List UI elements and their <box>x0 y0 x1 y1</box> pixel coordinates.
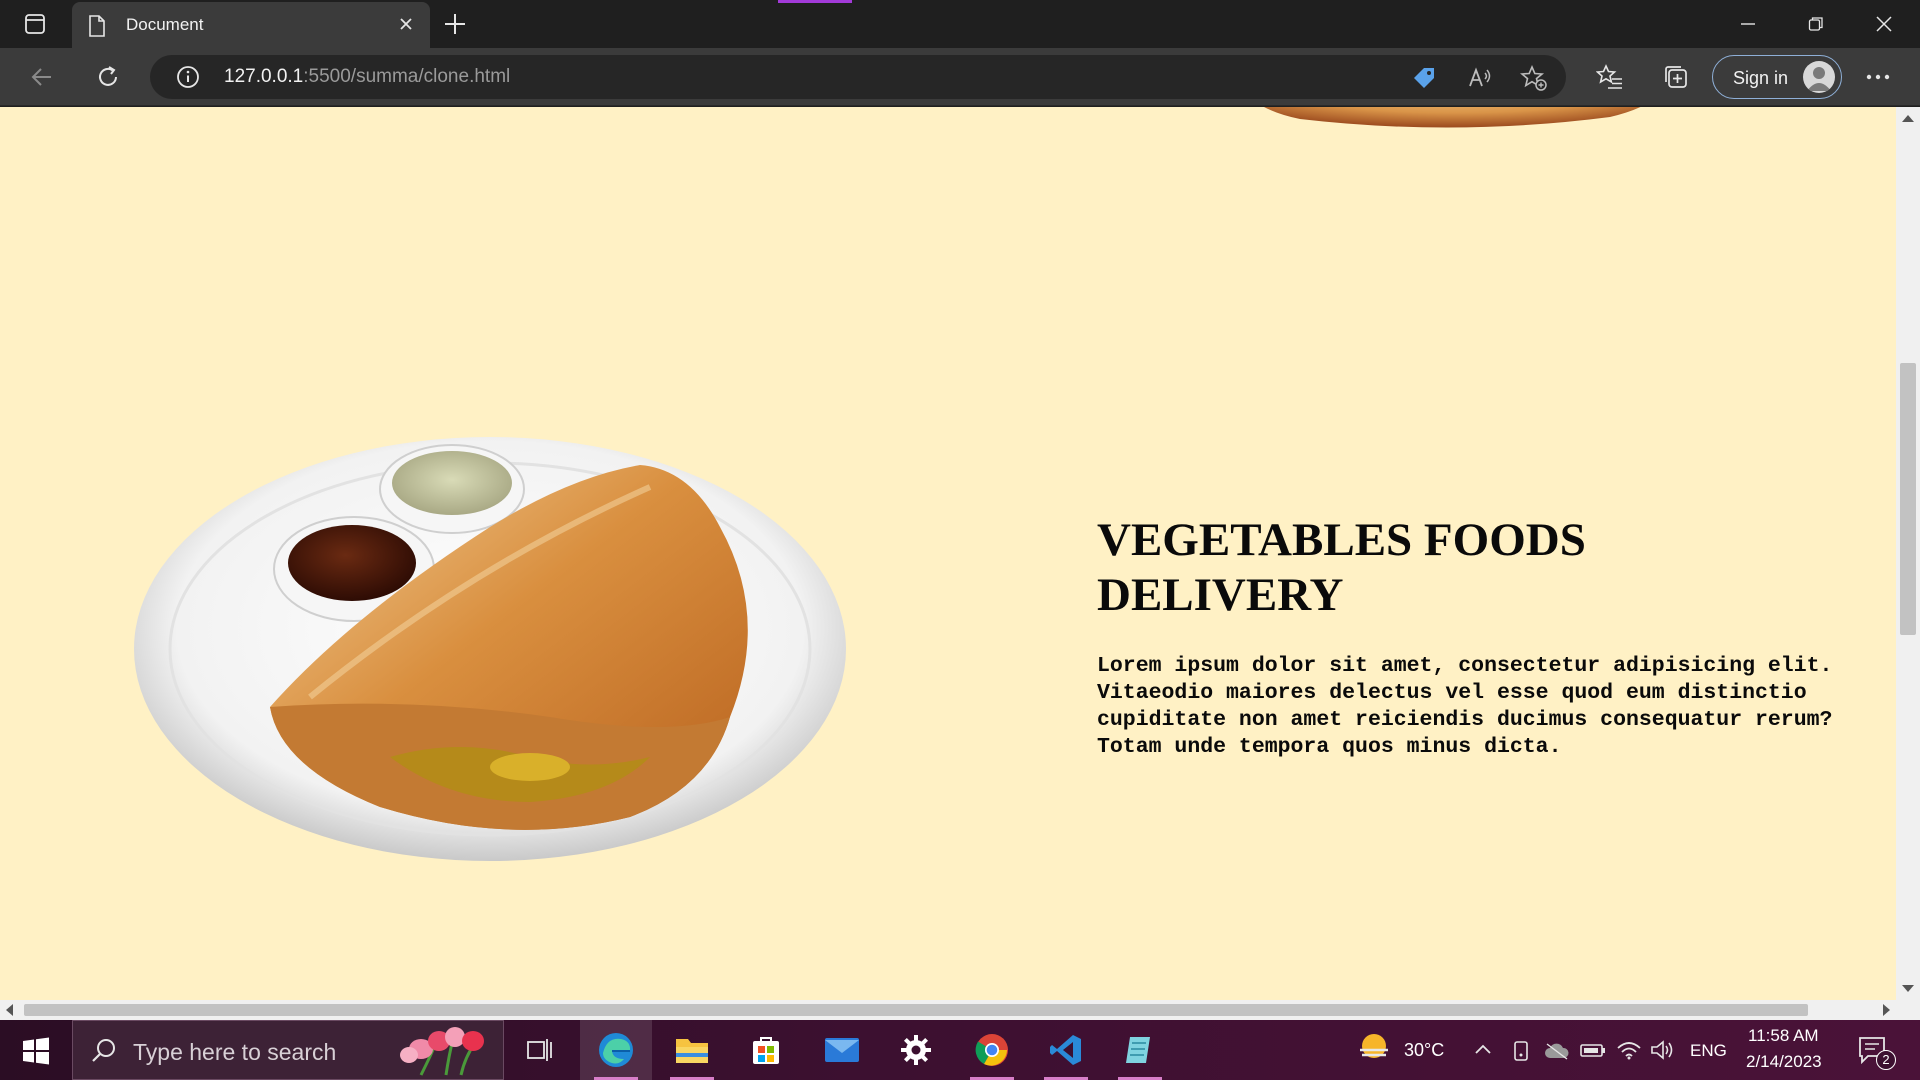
weather-temperature[interactable]: 30°C <box>1404 1040 1444 1061</box>
scroll-right-arrow-icon[interactable] <box>1883 1004 1890 1016</box>
restore-button[interactable] <box>1782 0 1850 48</box>
clock-time: 11:58 AM <box>1748 1026 1819 1045</box>
site-info-icon[interactable] <box>176 65 200 89</box>
description-line: Vitaeodio maiores delectus vel esse quod… <box>1097 681 1807 705</box>
read-aloud-button[interactable] <box>1466 64 1494 92</box>
collections-button[interactable] <box>1658 59 1694 95</box>
description-line: Lorem ipsum dolor sit amet, consectetur … <box>1097 654 1833 678</box>
page-content: VEGETABLES FOODS DELIVERY Lorem ipsum do… <box>0 107 1896 1000</box>
restore-icon <box>1808 17 1823 31</box>
address-bar[interactable]: 127.0.0.1:5500/summa/clone.html <box>150 55 1566 99</box>
tulips-icon <box>400 1027 484 1076</box>
food-image-top <box>1264 107 1641 128</box>
wifi-icon[interactable] <box>1616 1040 1642 1060</box>
section-heading: VEGETABLES FOODS DELIVERY <box>1097 513 1797 623</box>
refresh-icon <box>99 66 117 86</box>
volume-icon[interactable] <box>1650 1040 1676 1060</box>
device-icon[interactable] <box>1512 1040 1530 1062</box>
vscode-icon <box>1050 1035 1081 1065</box>
more-options-button[interactable] <box>1860 59 1896 95</box>
notification-center-button[interactable]: 2 <box>1856 1032 1900 1072</box>
clock-date: 2/14/2023 <box>1746 1052 1822 1071</box>
taskbar-vscode[interactable] <box>1030 1020 1102 1080</box>
url-text[interactable]: 127.0.0.1:5500/summa/clone.html <box>224 66 510 88</box>
input-language[interactable]: ENG <box>1690 1041 1727 1061</box>
price-tag-icon <box>1414 68 1434 88</box>
back-arrow-icon <box>31 68 51 86</box>
taskbar-mail[interactable] <box>806 1020 878 1080</box>
notification-count-badge: 2 <box>1876 1050 1896 1070</box>
new-tab-icon[interactable] <box>442 11 468 37</box>
more-options-icon <box>1866 74 1890 80</box>
description-line: Totam unde tempora quos minus dicta. <box>1097 735 1562 759</box>
search-placeholder: Type here to search <box>133 1039 337 1065</box>
taskbar-notepad[interactable] <box>1104 1020 1176 1080</box>
chrome-icon <box>975 1034 1008 1066</box>
tab-title: Document <box>126 15 204 34</box>
collections-icon <box>1665 66 1687 88</box>
vertical-scrollbar[interactable] <box>1896 107 1920 1000</box>
chevron-up-icon[interactable] <box>1474 1042 1492 1056</box>
scrollbar-corner <box>1896 1000 1920 1020</box>
onedrive-cloud-icon[interactable] <box>1544 1042 1570 1060</box>
back-button[interactable] <box>24 59 60 95</box>
sign-in-label: Sign in <box>1733 68 1789 88</box>
battery-icon[interactable] <box>1580 1042 1606 1058</box>
horizontal-scrollbar[interactable] <box>0 1000 1896 1020</box>
close-window-button[interactable] <box>1850 0 1918 48</box>
sign-in-button[interactable]: Sign in <box>1712 55 1842 99</box>
store-icon <box>753 1037 779 1064</box>
start-button[interactable] <box>14 1034 58 1068</box>
taskbar-chrome[interactable] <box>956 1020 1028 1080</box>
weather-sun-icon[interactable] <box>1356 1030 1392 1066</box>
taskbar-settings[interactable] <box>880 1020 952 1080</box>
notepad-icon <box>1126 1037 1150 1063</box>
close-tab-icon[interactable] <box>396 14 416 34</box>
scroll-down-arrow-icon[interactable] <box>1902 985 1914 992</box>
taskbar-edge[interactable] <box>580 1020 652 1080</box>
dosa-plate-image <box>134 437 846 861</box>
scroll-up-arrow-icon[interactable] <box>1902 115 1914 122</box>
favorites-icon <box>1596 64 1622 89</box>
read-aloud-icon <box>1469 67 1491 87</box>
horizontal-scroll-thumb[interactable] <box>24 1004 1808 1016</box>
vertical-scroll-thumb[interactable] <box>1900 363 1916 635</box>
folder-icon <box>676 1039 708 1063</box>
heading-line-1: VEGETABLES FOODS <box>1097 514 1586 566</box>
minimize-icon <box>1741 23 1755 25</box>
url-path: :5500/summa/clone.html <box>303 66 511 87</box>
close-window-icon <box>1876 16 1892 32</box>
browser-toolbar: 127.0.0.1:5500/summa/clone.html Sign in <box>0 48 1920 106</box>
task-view-button[interactable] <box>504 1020 576 1080</box>
url-host: 127.0.0.1 <box>224 66 304 87</box>
section-description: Lorem ipsum dolor sit amet, consectetur … <box>1097 653 1837 761</box>
coupon-button[interactable] <box>1410 64 1438 92</box>
taskbar-store[interactable] <box>730 1020 802 1080</box>
search-icon <box>92 1039 115 1062</box>
settings-gear-icon <box>901 1035 931 1065</box>
heading-line-2: DELIVERY <box>1097 569 1344 621</box>
minimize-button[interactable] <box>1714 0 1782 48</box>
tab-accent-line <box>778 0 852 3</box>
taskbar-search-box[interactable]: Type here to search <box>72 1020 504 1080</box>
tab-actions-button[interactable] <box>12 10 58 38</box>
clock[interactable]: 11:58 AM 2/14/2023 <box>1740 1020 1846 1080</box>
add-favorite-icon <box>1520 64 1547 91</box>
add-favorite-button[interactable] <box>1520 64 1548 92</box>
tab-actions-icon <box>25 14 45 34</box>
favorites-button[interactable] <box>1592 59 1628 95</box>
refresh-button[interactable] <box>90 59 126 95</box>
profile-avatar-icon <box>1803 61 1835 93</box>
document-icon <box>89 15 105 37</box>
description-line: cupiditate non amet reiciendis ducimus c… <box>1097 708 1833 732</box>
edge-icon <box>599 1033 633 1067</box>
mail-icon <box>825 1038 859 1062</box>
scroll-left-arrow-icon[interactable] <box>6 1004 13 1016</box>
windows-taskbar: Type here to search 30°C ENG 11:58 AM 2/… <box>0 1020 1920 1080</box>
browser-tab[interactable]: Document <box>72 2 430 48</box>
browser-titlebar: Document <box>0 0 1920 48</box>
task-view-icon <box>527 1039 552 1061</box>
taskbar-file-explorer[interactable] <box>656 1020 728 1080</box>
windows-logo-icon <box>23 1037 49 1065</box>
